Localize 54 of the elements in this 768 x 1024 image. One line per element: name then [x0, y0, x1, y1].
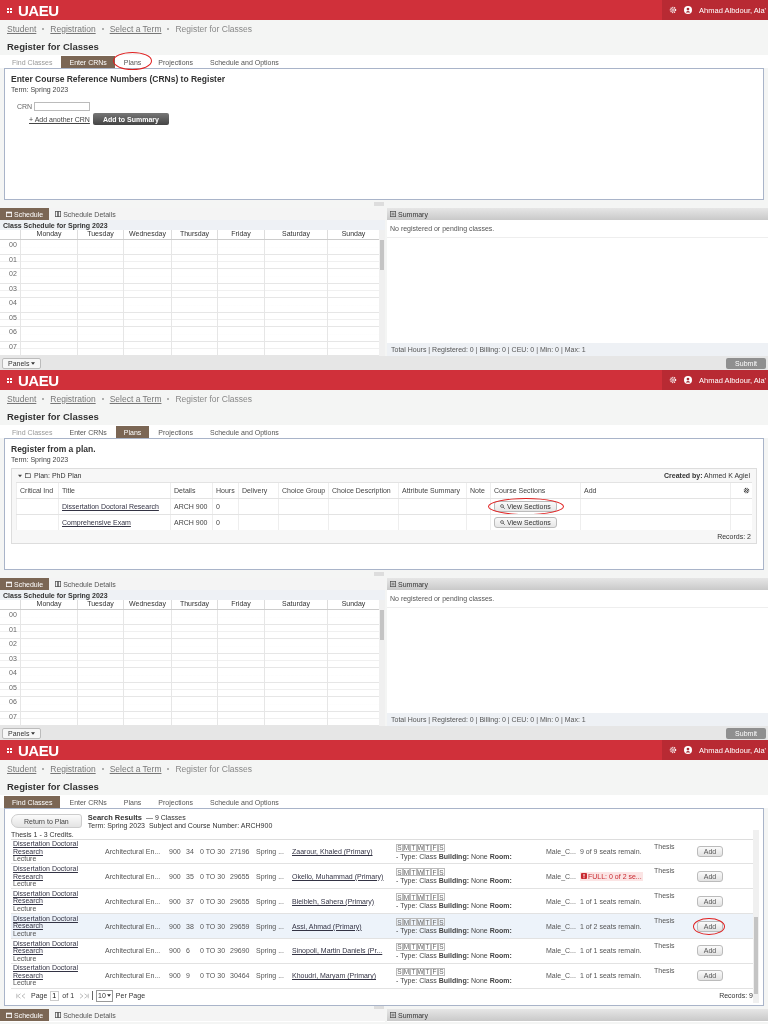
- error-icon: [581, 873, 587, 880]
- breadcrumb-link[interactable]: Registration: [50, 764, 96, 774]
- scrollbar[interactable]: [379, 230, 385, 356]
- result-row[interactable]: [11, 938, 753, 964]
- breadcrumb-link[interactable]: Registration: [50, 394, 96, 404]
- scrollbar[interactable]: [379, 600, 385, 726]
- splitter-handle[interactable]: [374, 1006, 384, 1009]
- columns-icon: [55, 581, 62, 587]
- search-icon: [500, 504, 505, 509]
- breadcrumb-current: Register for Classes: [175, 394, 252, 404]
- breadcrumb-link[interactable]: Student: [7, 24, 37, 34]
- calendar-icon: [6, 211, 12, 217]
- result-row[interactable]: [11, 914, 753, 939]
- breadcrumb-link[interactable]: Student: [7, 394, 37, 404]
- breadcrumb-link[interactable]: Select a Term: [109, 24, 162, 34]
- folder-icon: [25, 473, 31, 478]
- breadcrumb-link[interactable]: Registration: [50, 24, 96, 34]
- user-icon[interactable]: [684, 376, 693, 384]
- columns-icon: [55, 1012, 62, 1018]
- page-title: Register for Classes: [7, 781, 99, 792]
- caret-icon: [106, 994, 111, 998]
- apps-icon[interactable]: [7, 7, 12, 13]
- collapse-icon[interactable]: [18, 473, 22, 478]
- result-row[interactable]: [11, 864, 753, 890]
- calendar-icon: [6, 581, 12, 587]
- columns-icon: [55, 211, 62, 217]
- breadcrumb-current: Register for Classes: [175, 24, 252, 34]
- logo[interactable]: UAEU: [18, 371, 59, 389]
- breadcrumb-current: Register for Classes: [175, 764, 252, 774]
- result-row[interactable]: [11, 839, 753, 865]
- result-row[interactable]: [11, 963, 753, 989]
- apps-icon[interactable]: [7, 377, 12, 383]
- settings-icon[interactable]: [743, 487, 750, 494]
- breadcrumb-link[interactable]: Student: [7, 764, 37, 774]
- breadcrumb-link[interactable]: Select a Term: [109, 394, 162, 404]
- list-icon: [390, 581, 396, 587]
- breadcrumb-link[interactable]: Select a Term: [109, 764, 162, 774]
- section-heading: Register from a plan.: [11, 444, 97, 454]
- caret-icon: [31, 731, 36, 735]
- scrollbar[interactable]: [753, 830, 759, 1003]
- page-title: Register for Classes: [7, 411, 99, 422]
- search-icon: [500, 520, 505, 525]
- calendar-icon: [6, 1012, 12, 1018]
- section-heading: Enter Course Reference Numbers (CRNs) to Register: [11, 74, 226, 84]
- user-icon[interactable]: [684, 746, 693, 754]
- list-icon: [390, 1012, 396, 1018]
- crn-input-field[interactable]: [34, 102, 91, 111]
- page-title: Register for Classes: [7, 41, 99, 52]
- list-icon: [390, 211, 396, 217]
- caret-icon: [31, 361, 36, 365]
- user-icon[interactable]: [684, 6, 693, 14]
- logo[interactable]: UAEU: [18, 1, 59, 19]
- apps-icon[interactable]: [7, 747, 12, 753]
- logo[interactable]: UAEU: [18, 741, 59, 759]
